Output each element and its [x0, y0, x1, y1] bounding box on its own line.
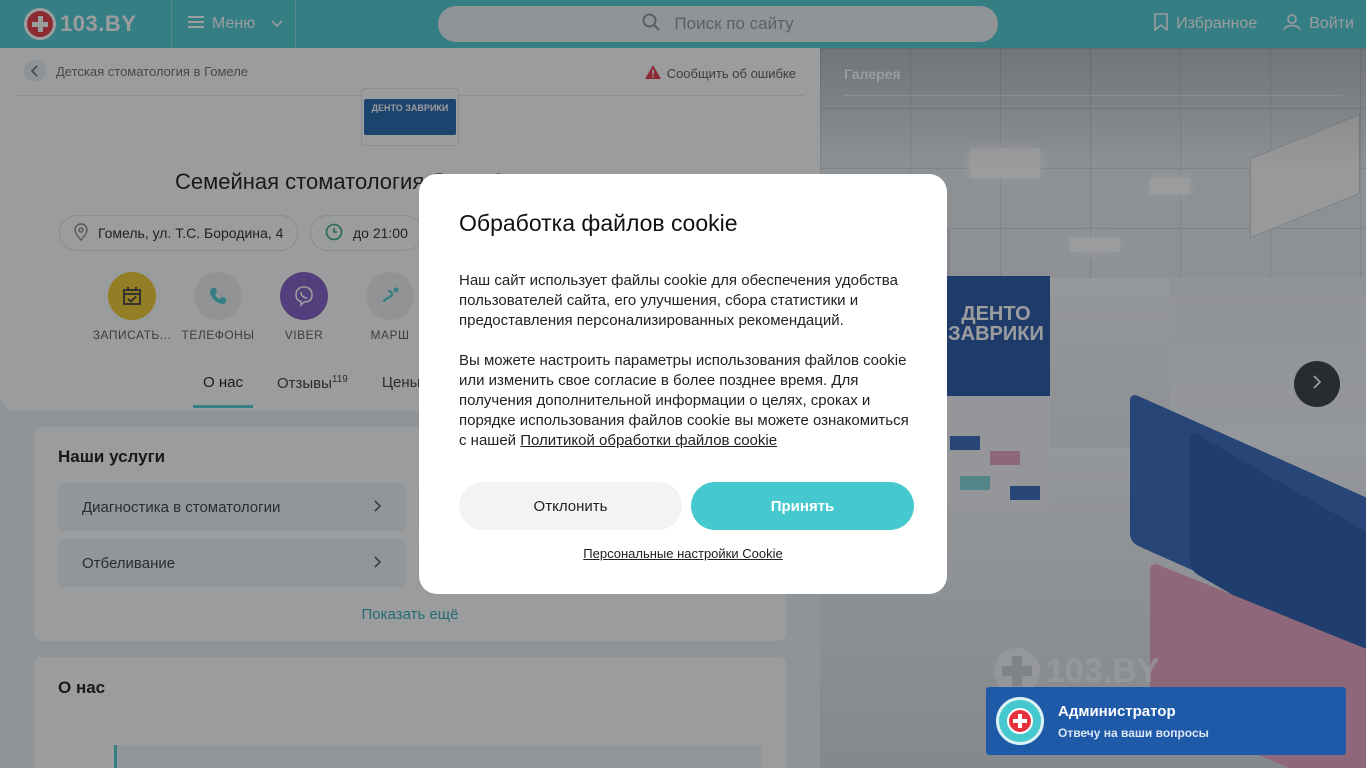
cookie-settings-link[interactable]: Персональные настройки Cookie [419, 546, 947, 561]
cookie-modal: Обработка файлов cookie Наш сайт использ… [419, 174, 947, 594]
admin-chat-widget[interactable]: Администратор Отвечу на ваши вопросы [986, 687, 1346, 755]
admin-name: Администратор [1058, 702, 1176, 720]
accept-button[interactable]: Принять [691, 482, 914, 530]
admin-subtitle: Отвечу на ваши вопросы [1058, 725, 1209, 740]
cookie-modal-text: Вы можете настроить параметры использова… [459, 351, 919, 451]
cookie-modal-title: Обработка файлов cookie [459, 210, 738, 236]
cross-icon [1007, 708, 1033, 734]
admin-avatar [996, 697, 1044, 745]
admin-text: Администратор Отвечу на ваши вопросы [1058, 703, 1209, 740]
cookie-modal-text: Наш сайт использует файлы cookie для обе… [459, 272, 898, 329]
cookie-policy-link[interactable]: Политикой обработки файлов cookie [520, 432, 777, 449]
decline-button[interactable]: Отклонить [459, 482, 682, 530]
